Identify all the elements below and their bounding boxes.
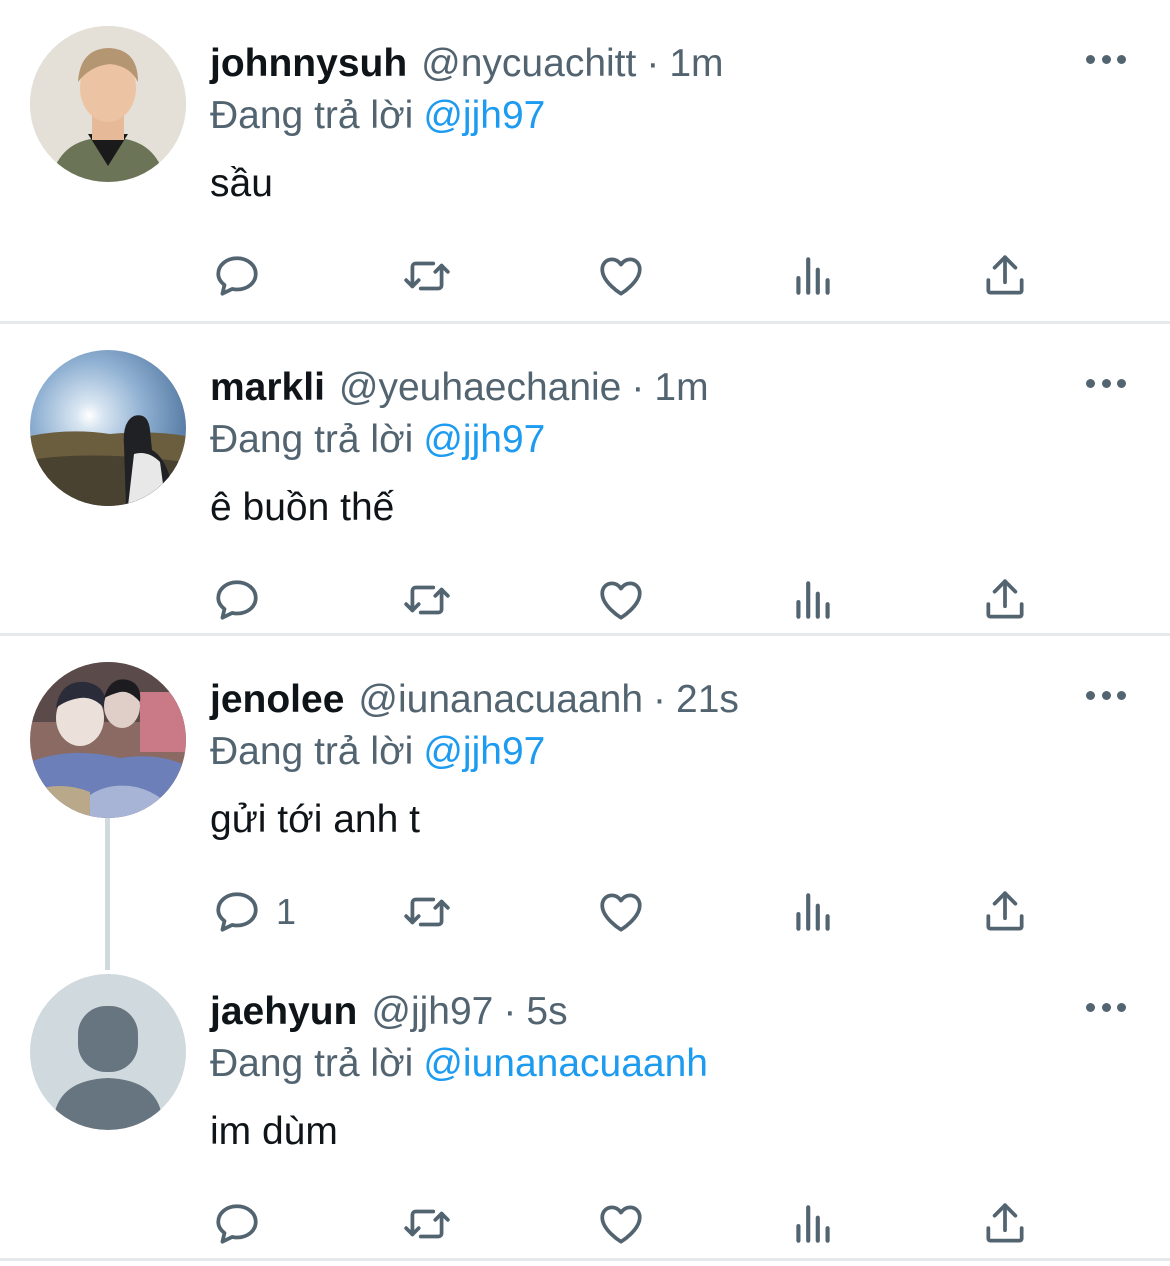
views-icon <box>796 893 830 931</box>
reply-button[interactable] <box>212 572 276 628</box>
mention-link[interactable]: @jjh97 <box>423 730 545 773</box>
like-icon <box>600 893 642 932</box>
tweet-content: markli @yeuhaechanie · 1m Đang trả lời @j… <box>210 362 1170 534</box>
display-name[interactable]: johnnysuh <box>210 38 407 90</box>
user-handle[interactable]: @jjh97 <box>371 986 493 1038</box>
user-handle[interactable]: @iunanacuaanh <box>358 674 643 726</box>
share-button[interactable] <box>980 884 1030 940</box>
like-button[interactable] <box>596 884 646 940</box>
separator-dot: · <box>631 366 645 409</box>
replying-label: Đang trả lời <box>210 94 414 137</box>
tweet-header: jenolee @iunanacuaanh · 21s <box>210 674 1170 726</box>
like-icon <box>600 257 642 296</box>
share-button[interactable] <box>980 248 1030 304</box>
mention-link[interactable]: @iunanacuaanh <box>423 1042 708 1085</box>
more-icon[interactable] <box>1086 376 1126 390</box>
tweet-actions <box>212 572 1030 628</box>
replying-label: Đang trả lời <box>210 418 414 461</box>
display-name[interactable]: jaehyun <box>210 986 357 1038</box>
views-icon <box>796 581 830 619</box>
timestamp[interactable]: 5s <box>526 986 567 1038</box>
like-button[interactable] <box>596 248 646 304</box>
tweet-actions: 1 <box>212 884 1030 940</box>
divider <box>0 1258 1170 1261</box>
timestamp[interactable]: 1m <box>654 362 708 414</box>
tweet-header: johnnysuh @nycuachitt · 1m <box>210 38 1170 90</box>
replying-to: Đang trả lời @iunanacuaanh <box>210 1038 1170 1090</box>
tweet-header: jaehyun @jjh97 · 5s <box>210 986 1170 1038</box>
reply-icon <box>216 256 258 296</box>
tweet-markli[interactable]: markli @yeuhaechanie · 1m Đang trả lời @j… <box>0 324 1170 634</box>
display-name[interactable]: markli <box>210 362 325 414</box>
avatar-markli[interactable] <box>30 350 186 506</box>
separator-dot: · <box>653 678 667 721</box>
tweet-text: ê buồn thế <box>210 486 395 529</box>
share-button[interactable] <box>980 572 1030 628</box>
replying-to: Đang trả lời @jjh97 <box>210 726 1170 778</box>
tweet-content: jenolee @iunanacuaanh · 21s Đang trả lời… <box>210 674 1170 846</box>
reply-icon <box>216 892 258 932</box>
avatar-jaehyun-default[interactable] <box>30 974 186 1130</box>
like-icon <box>600 581 642 620</box>
reply-icon <box>216 1204 258 1244</box>
retweet-button[interactable] <box>402 572 452 628</box>
retweet-icon <box>404 1209 450 1239</box>
views-button[interactable] <box>788 1196 838 1252</box>
views-button[interactable] <box>788 884 838 940</box>
replying-to: Đang trả lời @jjh97 <box>210 90 1170 142</box>
user-handle[interactable]: @nycuachitt <box>421 38 636 90</box>
more-icon[interactable] <box>1086 1000 1126 1014</box>
like-icon <box>600 1205 642 1244</box>
replying-label: Đang trả lời <box>210 730 414 773</box>
display-name[interactable]: jenolee <box>210 674 344 726</box>
more-icon[interactable] <box>1086 52 1126 66</box>
tweet-text: sầu <box>210 162 273 205</box>
reply-feed: johnnysuh @nycuachitt · 1m Đang trả lời @… <box>0 0 1170 1266</box>
share-icon <box>986 255 1024 295</box>
tweet-actions <box>212 1196 1030 1252</box>
timestamp[interactable]: 21s <box>676 674 739 726</box>
share-button[interactable] <box>980 1196 1030 1252</box>
share-icon <box>986 891 1024 931</box>
like-button[interactable] <box>596 572 646 628</box>
tweet-johnnysuh[interactable]: johnnysuh @nycuachitt · 1m Đang trả lời @… <box>0 0 1170 322</box>
retweet-icon <box>404 585 450 615</box>
tweet-actions <box>212 248 1030 304</box>
retweet-button[interactable] <box>402 884 452 940</box>
reply-button[interactable]: 1 <box>212 884 296 940</box>
mention-link[interactable]: @jjh97 <box>423 94 545 137</box>
replying-label: Đang trả lời <box>210 1042 414 1085</box>
views-button[interactable] <box>788 572 838 628</box>
separator-dot: · <box>646 42 660 85</box>
more-icon[interactable] <box>1086 688 1126 702</box>
retweet-button[interactable] <box>402 1196 452 1252</box>
tweet-jenolee[interactable]: jenolee @iunanacuaanh · 21s Đang trả lời… <box>0 636 1170 948</box>
reply-button[interactable] <box>212 248 276 304</box>
timestamp[interactable]: 1m <box>669 38 723 90</box>
retweet-button[interactable] <box>402 248 452 304</box>
like-button[interactable] <box>596 1196 646 1252</box>
views-button[interactable] <box>788 248 838 304</box>
mention-link[interactable]: @jjh97 <box>423 418 545 461</box>
replying-to: Đang trả lời @jjh97 <box>210 414 1170 466</box>
user-handle[interactable]: @yeuhaechanie <box>339 362 621 414</box>
tweet-jaehyun[interactable]: jaehyun @jjh97 · 5s Đang trả lời @iunanac… <box>0 948 1170 1258</box>
retweet-icon <box>404 897 450 927</box>
tweet-content: johnnysuh @nycuachitt · 1m Đang trả lời @… <box>210 38 1170 210</box>
reply-button[interactable] <box>212 1196 276 1252</box>
tweet-text: gửi tới anh t <box>210 798 420 841</box>
retweet-icon <box>404 261 450 291</box>
share-icon <box>986 579 1024 619</box>
avatar-johnnysuh[interactable] <box>30 26 186 182</box>
views-icon <box>796 257 830 295</box>
tweet-header: markli @yeuhaechanie · 1m <box>210 362 1170 414</box>
reply-icon <box>216 580 258 620</box>
reply-count: 1 <box>276 891 297 932</box>
avatar-jenolee[interactable] <box>30 662 186 818</box>
views-icon <box>796 1205 830 1243</box>
tweet-content: jaehyun @jjh97 · 5s Đang trả lời @iunanac… <box>210 986 1170 1158</box>
share-icon <box>986 1203 1024 1243</box>
separator-dot: · <box>503 990 517 1033</box>
tweet-text: im dùm <box>210 1110 338 1153</box>
